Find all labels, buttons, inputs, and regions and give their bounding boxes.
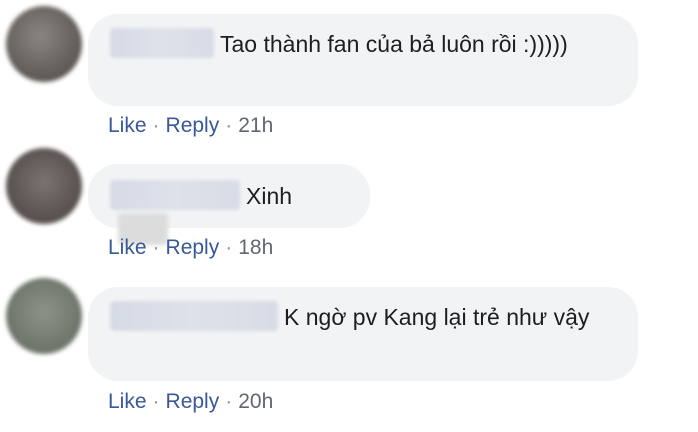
reply-button[interactable]: Reply bbox=[166, 114, 220, 137]
timestamp[interactable]: 21h bbox=[238, 114, 273, 137]
like-button[interactable]: Like bbox=[108, 236, 147, 259]
author-name[interactable] bbox=[110, 179, 240, 210]
like-button[interactable]: Like bbox=[108, 114, 147, 137]
comment-actions: Like · Reply · 20h bbox=[108, 390, 273, 414]
avatar[interactable] bbox=[6, 278, 82, 354]
reply-button[interactable]: Reply bbox=[166, 390, 220, 413]
comment-bubble: Xinh bbox=[88, 164, 370, 245]
separator-dot: · bbox=[225, 114, 233, 137]
comment-actions: Like · Reply · 21h bbox=[108, 114, 273, 138]
comment-item: K ngờ pv Kang lại trẻ như vậy Like · Reply… bbox=[0, 275, 698, 432]
reply-button[interactable]: Reply bbox=[166, 236, 220, 259]
like-button[interactable]: Like bbox=[108, 390, 147, 413]
avatar[interactable] bbox=[6, 148, 82, 224]
author-name[interactable] bbox=[110, 300, 278, 331]
comment-bubble: K ngờ pv Kang lại trẻ như vậy bbox=[88, 287, 638, 381]
separator-dot: · bbox=[152, 390, 160, 413]
separator-dot: · bbox=[225, 236, 233, 259]
comment-bubble: Tao thành fan của bả luôn rồi :))))) bbox=[88, 14, 638, 106]
comment-actions: Like · Reply · 18h bbox=[108, 236, 273, 260]
separator-dot: · bbox=[225, 390, 233, 413]
separator-dot: · bbox=[152, 236, 160, 259]
comment-item: Xinh Like · Reply · 18h bbox=[0, 148, 698, 275]
author-name[interactable] bbox=[110, 27, 214, 58]
timestamp[interactable]: 20h bbox=[238, 390, 273, 413]
comment-text: Xinh bbox=[246, 183, 293, 209]
avatar[interactable] bbox=[6, 6, 82, 82]
separator-dot: · bbox=[152, 114, 160, 137]
comment-text: Tao thành fan của bả luôn rồi :))))) bbox=[220, 31, 568, 57]
comment-item: Tao thành fan của bả luôn rồi :))))) Lik… bbox=[0, 0, 698, 150]
timestamp[interactable]: 18h bbox=[238, 236, 273, 259]
comment-text: K ngờ pv Kang lại trẻ như vậy bbox=[284, 304, 590, 330]
